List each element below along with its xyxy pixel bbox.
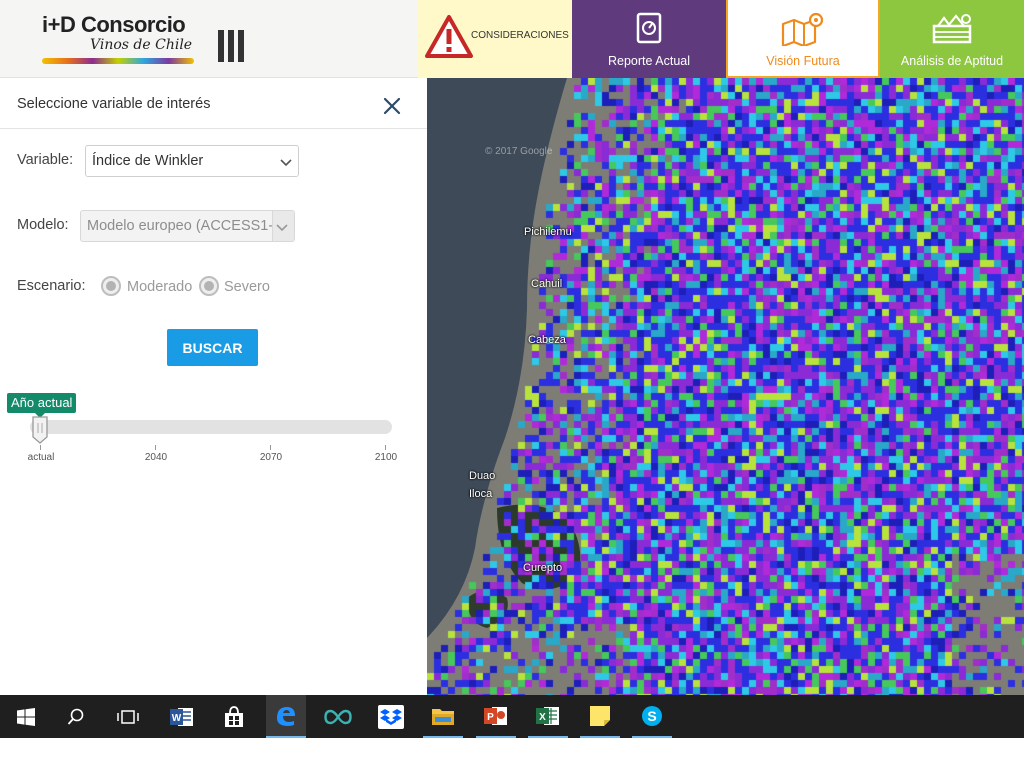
file-explorer-app[interactable] — [423, 695, 463, 738]
edge-app[interactable] — [266, 695, 306, 738]
place-label: Curepto — [523, 562, 563, 574]
slider-tick-2100: 2100 — [374, 452, 398, 463]
slider-tick-actual: actual — [27, 452, 55, 463]
modelo-label: Modelo: — [17, 217, 69, 233]
search-icon — [67, 708, 84, 725]
svg-text:S: S — [647, 708, 656, 724]
modelo-select[interactable]: Modelo europeo (ACCESS1-0) — [80, 210, 295, 242]
warning-icon — [425, 15, 473, 58]
radio-severo-label: Severo — [224, 279, 270, 295]
arduino-app[interactable] — [318, 695, 358, 738]
variable-select[interactable]: Índice de Winkler — [85, 145, 299, 177]
arduino-infinity-icon — [324, 709, 352, 724]
modelo-select-value: Modelo europeo (ACCESS1-0) — [87, 218, 287, 234]
windows-taskbar: W P X S — [0, 695, 1024, 738]
map-copyright: © 2017 Google — [485, 146, 553, 157]
place-label: Cahuil — [531, 278, 563, 290]
place-label: Duao — [469, 470, 496, 482]
map-binoculars-icon — [781, 12, 824, 46]
sticky-notes-app[interactable] — [580, 695, 620, 738]
svg-text:X: X — [539, 712, 546, 723]
radio-moderado[interactable] — [101, 276, 121, 296]
consorcio-logo[interactable]: i+D Consorcio Vinos de Chile — [40, 10, 210, 70]
task-view-icon — [117, 709, 139, 724]
report-icon — [636, 12, 662, 44]
panel-title: Seleccione variable de interés — [17, 96, 211, 112]
dropbox-icon — [378, 704, 404, 729]
header-bar: i+D Consorcio Vinos de Chile CONSIDERACI… — [0, 0, 1024, 78]
chevron-down-icon — [276, 224, 288, 232]
folder-icon — [432, 708, 454, 725]
powerpoint-icon: P — [484, 706, 507, 725]
radio-moderado-label: Moderado — [127, 279, 193, 295]
dropbox-app[interactable] — [371, 695, 411, 738]
panel-divider — [0, 128, 427, 129]
tab-vision-label: Visión Futura — [766, 54, 840, 68]
climate-map[interactable]: © 2017 Google Pichilemu Cahuil Cabeza Du… — [427, 78, 1024, 695]
word-app[interactable]: W — [162, 695, 202, 738]
logo-stripe — [42, 58, 194, 64]
logo-title: i+D Consorcio — [42, 12, 186, 37]
bottom-strip — [0, 738, 1024, 768]
tab-analisis-aptitud[interactable]: Análisis de Aptitud — [880, 0, 1024, 78]
app-window: i+D Consorcio Vinos de Chile CONSIDERACI… — [0, 0, 1024, 768]
tab-consideraciones[interactable]: CONSIDERACIONES — [418, 0, 572, 78]
place-label: Cabeza — [528, 334, 566, 346]
tab-analisis-label: Análisis de Aptitud — [900, 54, 1004, 68]
chevron-down-icon — [280, 159, 292, 167]
place-label: Pichilemu — [524, 226, 572, 238]
windows-logo-icon — [17, 707, 35, 726]
skype-app[interactable]: S — [632, 695, 672, 738]
excel-icon: X — [536, 706, 559, 725]
slider-tick-2040: 2040 — [144, 452, 168, 463]
edge-icon — [277, 706, 295, 726]
place-label: Iloca — [469, 488, 493, 500]
buscar-button[interactable]: BUSCAR — [167, 329, 258, 366]
variable-panel: Seleccione variable de interés Variable:… — [0, 78, 427, 695]
year-slider-handle[interactable] — [31, 415, 49, 445]
store-bag-icon — [225, 705, 243, 727]
radio-severo[interactable] — [199, 276, 219, 296]
powerpoint-app[interactable]: P — [476, 695, 516, 738]
search-button[interactable] — [56, 695, 96, 738]
skype-icon: S — [642, 705, 662, 726]
sticky-note-icon — [590, 705, 610, 726]
escenario-label: Escenario: — [17, 278, 86, 294]
year-slider-track[interactable] — [30, 420, 392, 434]
slider-value-badge: Año actual — [7, 393, 77, 418]
svg-text:W: W — [172, 713, 182, 724]
logo-subtitle: Vinos de Chile — [90, 37, 193, 53]
tab-consideraciones-label: CONSIDERACIONES — [471, 30, 569, 41]
slider-tick-2070: 2070 — [259, 452, 283, 463]
word-icon: W — [170, 707, 193, 726]
close-icon[interactable] — [380, 94, 404, 118]
task-view-button[interactable] — [108, 695, 148, 738]
excel-app[interactable]: X — [528, 695, 568, 738]
start-button[interactable] — [6, 695, 46, 738]
analysis-map-icon — [932, 14, 972, 44]
variable-select-value: Índice de Winkler — [92, 153, 204, 169]
winkler-heatmap-layer — [427, 78, 1024, 695]
menu-icon[interactable] — [218, 30, 244, 62]
variable-label: Variable: — [17, 152, 74, 168]
tab-reporte-label: Reporte Actual — [608, 54, 690, 68]
svg-text:P: P — [487, 712, 494, 723]
store-app[interactable] — [214, 695, 254, 738]
tab-vision-futura[interactable]: Visión Futura — [726, 0, 880, 78]
tab-reporte-actual[interactable]: Reporte Actual — [572, 0, 726, 78]
